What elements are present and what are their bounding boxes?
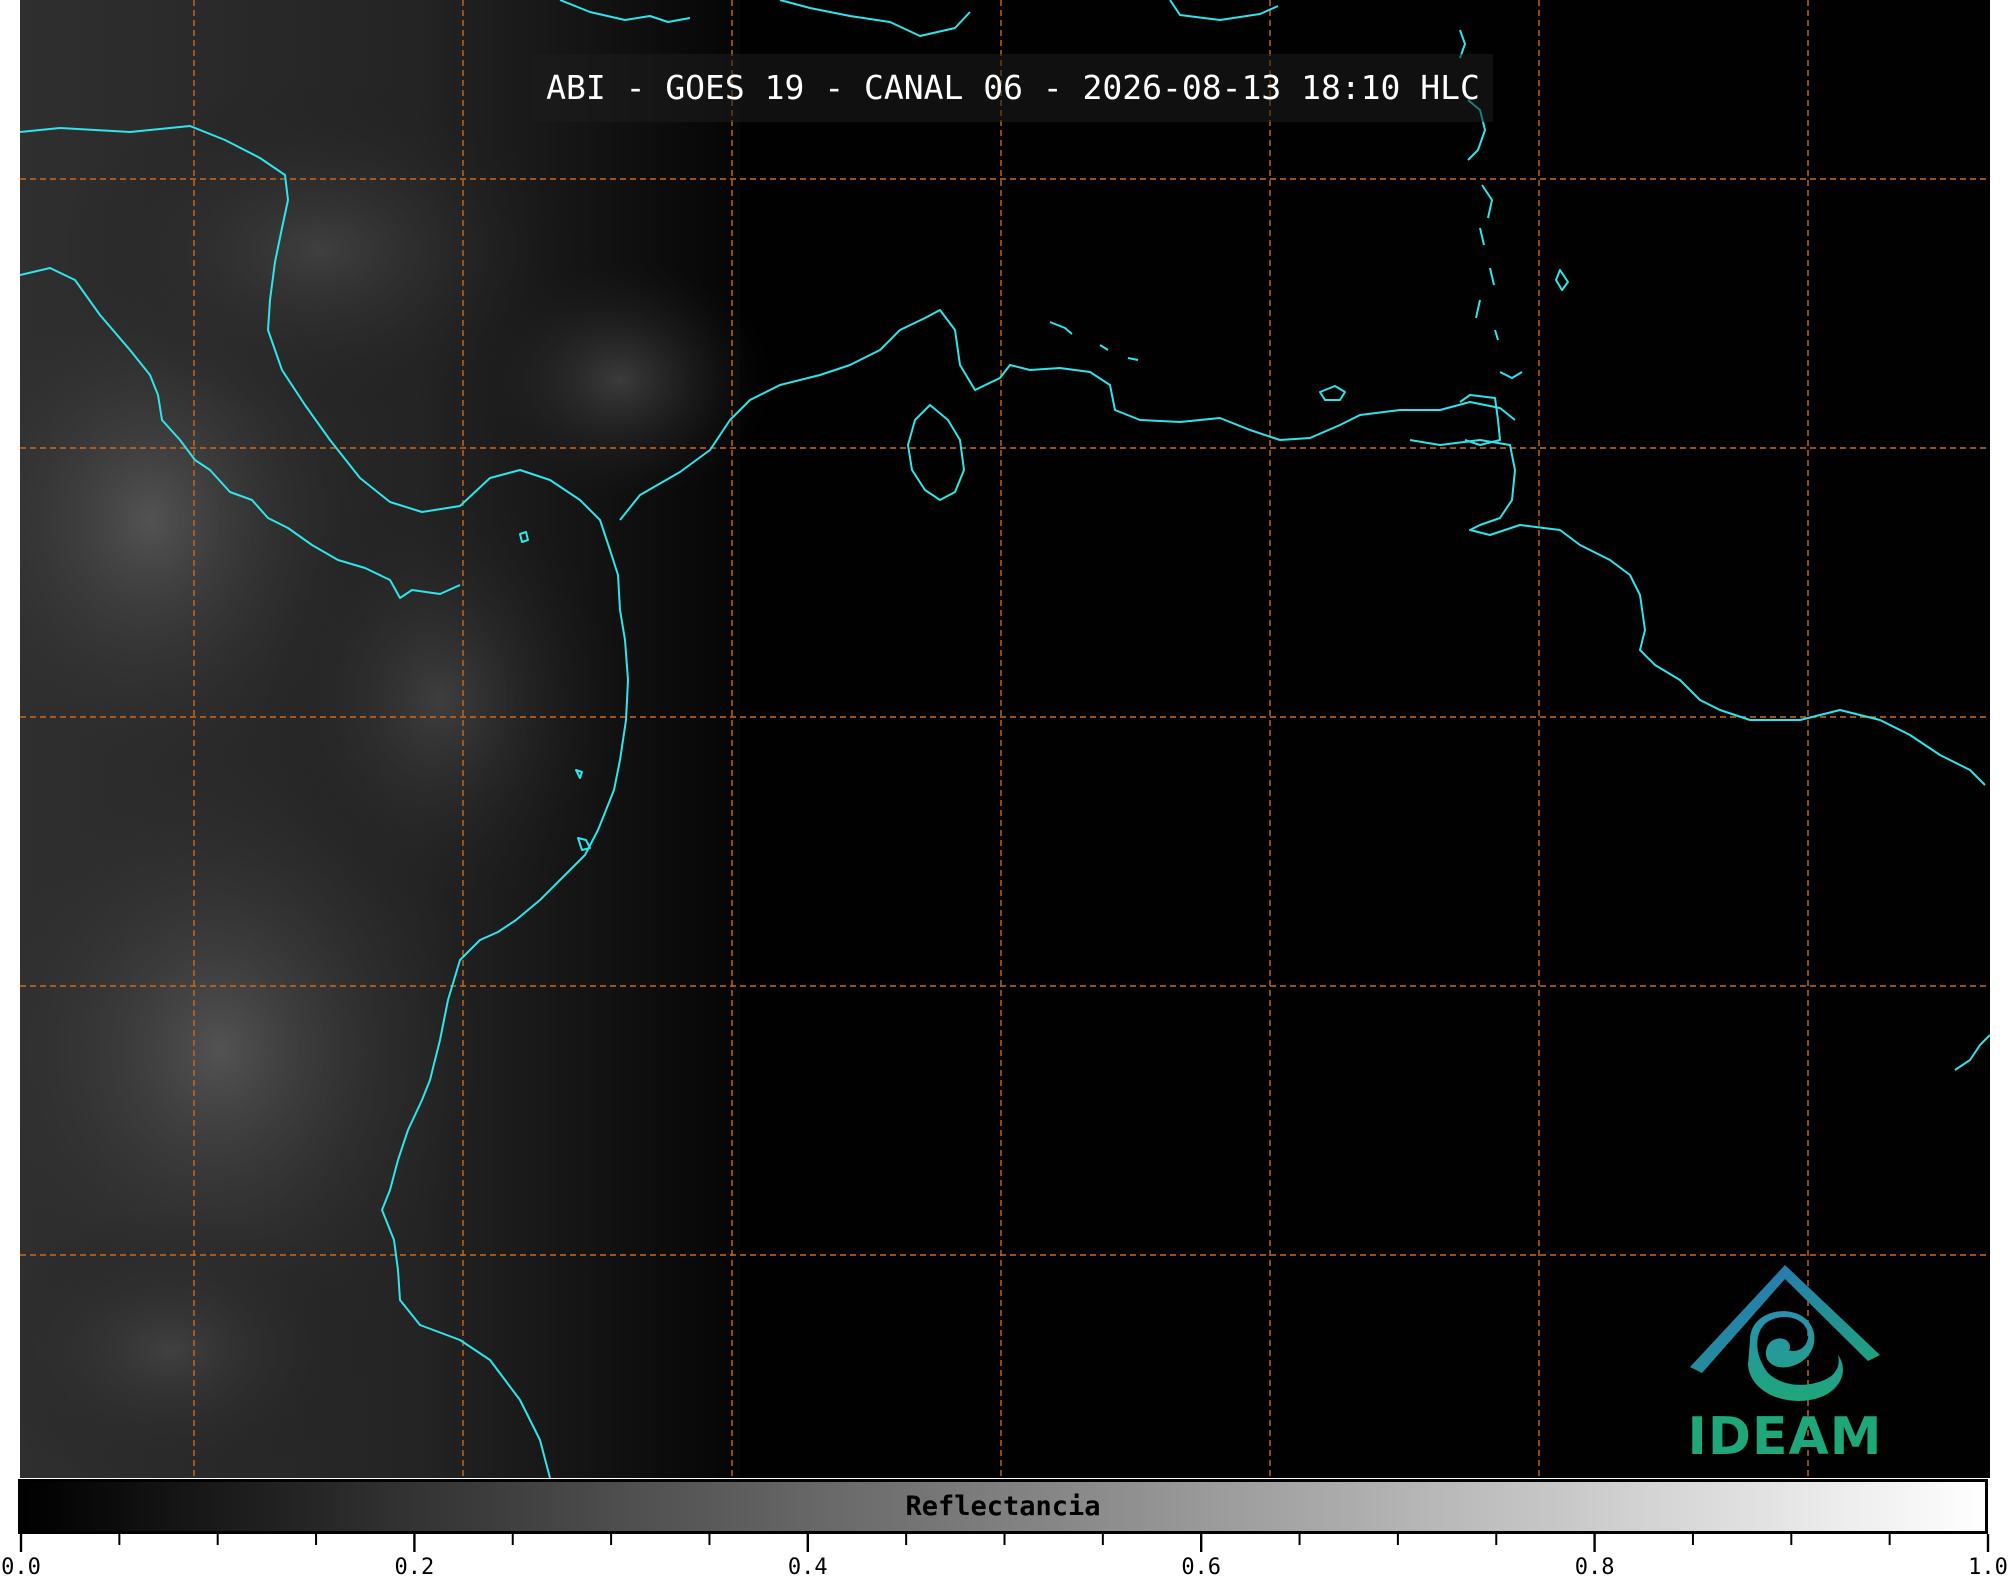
coastline-barbados [1555, 269, 1569, 291]
colorbar-tick-label: 0.2 [394, 1555, 435, 1580]
ideam-logo: IDEAM [1670, 1255, 1900, 1475]
coastline-venezuela [1409, 439, 1986, 786]
logo-swirl [1748, 1311, 1843, 1401]
colorbar-tick-label: 0.6 [1181, 1555, 1222, 1580]
colorbar-tick-label: 0.4 [787, 1555, 828, 1580]
map-title-box: ABI - GOES 19 - CANAL 06 - 2026-08-13 18… [533, 54, 1493, 122]
colorbar-tick-label: 0.0 [1, 1555, 41, 1580]
colorbar-label: Reflectancia [905, 1491, 1101, 1522]
satellite-image-panel: ABI - GOES 19 - CANAL 06 - 2026-08-13 18… [20, 0, 1990, 1478]
coastline-hispaniola [779, 0, 971, 37]
logo-text: IDEAM [1687, 1407, 1883, 1467]
coastline-lake-maracaibo [907, 404, 965, 501]
coastline-puerto-rico [1169, 0, 1279, 21]
coastline-aruba-curacao [1049, 321, 1139, 361]
map-title: ABI - GOES 19 - CANAL 06 - 2026-08-13 18… [546, 68, 1480, 107]
cloud-patch [470, 260, 770, 500]
coastline-guyana [1954, 1034, 1990, 1071]
colorbar-tick-label: 1.0 [1968, 1555, 2008, 1580]
ideam-emblem-icon [1690, 1265, 1880, 1401]
colorbar-tick-labels: 0.0 0.2 0.4 0.6 0.8 1.0 [0, 1555, 2011, 1580]
colorbar: Reflectancia [18, 1479, 1988, 1534]
colorbar-tick-label: 0.8 [1574, 1555, 1615, 1580]
coastline-margarita [1319, 385, 1346, 401]
